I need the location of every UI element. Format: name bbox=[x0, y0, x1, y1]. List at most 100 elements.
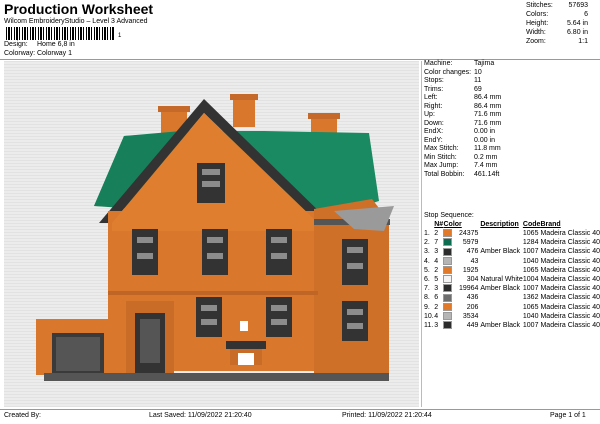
stitch-count: 19964 bbox=[458, 285, 479, 293]
info-value: 71.6 mm bbox=[474, 119, 502, 127]
info-value: 71.6 mm bbox=[474, 111, 502, 118]
stop-number: 3. bbox=[424, 248, 430, 256]
table-row: 7. 3 19964 Amber Black 1007 Madeira Classic … bbox=[424, 284, 600, 293]
info-row: Min Stitch: 0.2 mm bbox=[424, 154, 600, 163]
thread-brand: Madeira Classic 40 bbox=[540, 230, 600, 237]
info-row: Trims: 69 bbox=[424, 86, 600, 95]
created-by: Created By: bbox=[4, 412, 41, 419]
table-row: 11. 3 449 Amber Black 1007 Madeira Classic 4… bbox=[424, 321, 600, 330]
info-label: Up: bbox=[424, 111, 435, 118]
stitch-count: 206 bbox=[466, 303, 479, 311]
info-label: Left: bbox=[424, 94, 438, 101]
stop-number: 8. bbox=[424, 294, 430, 302]
stat-value: 1:1 bbox=[578, 38, 588, 45]
needle-number: 6 bbox=[434, 294, 439, 302]
color-description bbox=[480, 229, 523, 238]
table-row: 10. 4 3534 1040 Madeira Classic 40 bbox=[424, 311, 600, 321]
info-row: EndY: 0.00 in bbox=[424, 137, 600, 146]
color-swatch bbox=[443, 302, 453, 311]
info-value: 0.00 in bbox=[474, 136, 496, 144]
color-swatch bbox=[443, 256, 453, 265]
thread-brand: Madeira Classic 40 bbox=[540, 266, 600, 274]
stop-number: 10. bbox=[424, 312, 434, 320]
thread-code: 1007 bbox=[522, 285, 539, 293]
needle-number: 5 bbox=[434, 276, 439, 284]
stitch-count: 43 bbox=[470, 257, 479, 265]
thread-code: 1284 bbox=[522, 239, 539, 247]
stop-number: 4. bbox=[424, 257, 430, 265]
table-row: 1. 2 24375 1065 Madeira Classic 40 bbox=[424, 229, 600, 238]
info-row: Max Stitch: 11.8 mm bbox=[424, 145, 600, 154]
color-cell: 3534 bbox=[443, 311, 480, 321]
info-label: Max Stitch: bbox=[424, 145, 459, 152]
stat-label: Colors: bbox=[526, 11, 549, 18]
color-cell: 206 bbox=[443, 302, 480, 312]
info-row: Total Bobbin: 461.14ft bbox=[424, 171, 600, 180]
info-value: 10 bbox=[474, 68, 482, 76]
stat-row: Colors: 6 bbox=[526, 10, 588, 19]
panel-divider bbox=[421, 61, 422, 407]
stat-row: Width: 6.80 in bbox=[526, 28, 588, 37]
thread-code: 1362 bbox=[522, 294, 539, 302]
stat-value: 6.80 in bbox=[566, 29, 588, 36]
info-label: Trims: bbox=[424, 85, 444, 93]
color-cell: 476 bbox=[443, 247, 480, 256]
color-cell: 24375 bbox=[443, 229, 480, 238]
info-value: 69 bbox=[474, 85, 482, 93]
col-code: Code bbox=[522, 221, 541, 228]
color-cell: 1925 bbox=[443, 265, 480, 275]
last-saved: Last Saved: 11/09/2022 21:20:40 bbox=[149, 412, 252, 419]
design-value: Home 6,8 in bbox=[37, 41, 75, 48]
stop-sequence-heading: Stop Sequence: bbox=[424, 212, 474, 219]
stat-label: Stitches: bbox=[526, 2, 553, 9]
info-value: 0.2 mm bbox=[474, 153, 498, 161]
needle-number: 7 bbox=[434, 239, 439, 247]
table-row: 6. 5 304 Natural White 1004 Madeira Classic … bbox=[424, 275, 600, 284]
needle-number: 4 bbox=[434, 312, 439, 320]
stat-row: Stitches: 57693 bbox=[526, 1, 588, 10]
stitch-count: 1925 bbox=[462, 266, 479, 274]
stop-number: 7. bbox=[424, 285, 430, 293]
info-label: Down: bbox=[424, 119, 444, 127]
thread-code: 1007 bbox=[522, 248, 539, 256]
stat-row: Height: 5.64 in bbox=[526, 19, 588, 28]
barcode bbox=[6, 27, 114, 40]
info-label: Total Bobbin: bbox=[424, 170, 465, 178]
info-label: Max Jump: bbox=[424, 162, 459, 169]
thread-brand: Madeira Classic 40 bbox=[540, 303, 600, 311]
stitch-count: 5979 bbox=[462, 239, 479, 247]
color-swatch bbox=[443, 247, 453, 256]
footer-divider bbox=[0, 409, 600, 410]
stitch-count: 449 bbox=[466, 322, 479, 330]
thread-brand: Madeira Classic 40 bbox=[540, 294, 600, 302]
info-value: Tajima bbox=[474, 60, 495, 67]
color-description: Amber Black bbox=[480, 322, 520, 330]
thread-brand: Madeira Classic 40 bbox=[540, 285, 600, 293]
needle-number: 2 bbox=[434, 266, 439, 274]
color-cell: 5979 bbox=[443, 238, 480, 247]
thread-brand: Madeira Classic 40 bbox=[540, 276, 600, 284]
printed-date: Printed: 11/09/2022 21:20:44 bbox=[342, 412, 432, 419]
software-subtitle: Wilcom EmbroideryStudio – Level 3 Advanc… bbox=[4, 18, 148, 25]
color-description bbox=[480, 266, 523, 275]
table-row: 4. 4 43 1040 Madeira Classic 40 bbox=[424, 256, 600, 266]
color-description: Amber Black bbox=[480, 248, 520, 256]
info-value: 86.4 mm bbox=[474, 94, 502, 101]
info-value: 461.14ft bbox=[474, 170, 500, 178]
color-cell: 19964 bbox=[443, 284, 480, 293]
info-value: 86.4 mm bbox=[474, 102, 502, 110]
thread-code: 1007 bbox=[522, 322, 539, 330]
colorway-label: Colorway: bbox=[4, 50, 36, 57]
thread-code: 1040 bbox=[522, 257, 539, 265]
page-number: Page 1 of 1 bbox=[550, 412, 586, 419]
info-value: 0.00 in bbox=[474, 128, 496, 135]
info-label: Color changes: bbox=[424, 68, 472, 76]
color-swatch bbox=[443, 284, 453, 293]
info-label: Min Stitch: bbox=[424, 153, 457, 161]
table-header-row: N# Color Description Code Brand bbox=[424, 220, 600, 229]
info-label: Right: bbox=[424, 102, 443, 110]
thread-code: 1004 bbox=[522, 276, 539, 284]
stop-number: 5. bbox=[424, 266, 430, 274]
stat-label: Height: bbox=[526, 20, 549, 27]
stop-number: 6. bbox=[424, 276, 430, 284]
